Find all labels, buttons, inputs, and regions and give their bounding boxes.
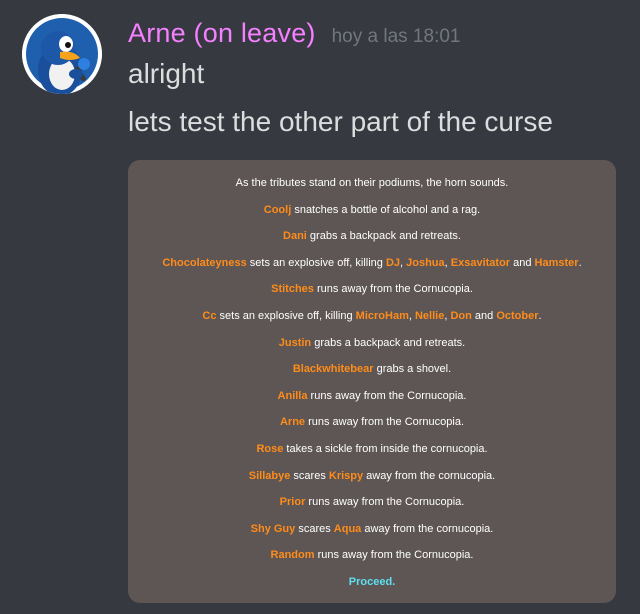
tribute-name: Hamster bbox=[534, 256, 579, 269]
tribute-name: Prior bbox=[279, 496, 306, 509]
tribute-name: MicroHam bbox=[355, 310, 409, 322]
tribute-name: October bbox=[496, 310, 539, 322]
event-text: runs away from the Cornucopia. bbox=[305, 416, 465, 429]
game-event-line: Random runs away from the Cornucopia. bbox=[128, 548, 616, 562]
chat-message: Arne (on leave) hoy a las 18:01 alright … bbox=[0, 0, 640, 614]
game-event-line: Arne runs away from the Cornucopia. bbox=[128, 415, 616, 429]
event-text: and bbox=[510, 256, 535, 269]
event-text: . bbox=[578, 256, 582, 269]
game-event-line: Cc sets an explosive off, killing MicroH… bbox=[128, 309, 616, 323]
message-header: Arne (on leave) hoy a las 18:01 bbox=[128, 18, 460, 49]
event-text: . bbox=[538, 310, 542, 322]
game-event-line: Sillabye scares Krispy away from the cor… bbox=[128, 469, 616, 483]
game-event-line: Justin grabs a backpack and retreats. bbox=[128, 336, 616, 350]
game-event-line: Blackwhitebear grabs a shovel. bbox=[128, 362, 616, 376]
tribute-name: Random bbox=[270, 549, 315, 562]
proceed-link[interactable]: Proceed. bbox=[349, 576, 395, 588]
tribute-name: Justin bbox=[278, 336, 312, 349]
author-username[interactable]: Arne (on leave) bbox=[128, 18, 316, 49]
event-text: takes a sickle from inside the cornucopi… bbox=[283, 443, 488, 455]
game-event-line: Chocolateyness sets an explosive off, ki… bbox=[128, 256, 616, 270]
tribute-name: Don bbox=[450, 310, 472, 322]
event-text: scares bbox=[290, 469, 329, 482]
tribute-name: Cc bbox=[202, 310, 217, 322]
tribute-name: Blackwhitebear bbox=[292, 363, 374, 376]
event-text: grabs a shovel. bbox=[373, 363, 452, 376]
event-text: and bbox=[471, 310, 497, 322]
event-text: snatches a bottle of alcohol and a rag. bbox=[291, 203, 481, 216]
message-line: lets test the other part of the curse bbox=[128, 106, 553, 137]
tribute-name: Coolj bbox=[263, 203, 292, 216]
message-timestamp[interactable]: hoy a las 18:01 bbox=[332, 26, 461, 48]
tribute-name: Sillabye bbox=[248, 469, 291, 482]
event-text: grabs a backpack and retreats. bbox=[306, 230, 461, 243]
game-event-line: Coolj snatches a bottle of alcohol and a… bbox=[128, 203, 616, 217]
tribute-name: Shy Guy bbox=[250, 522, 296, 535]
event-text: grabs a backpack and retreats. bbox=[311, 336, 466, 349]
game-event-line: Prior runs away from the Cornucopia. bbox=[128, 495, 616, 509]
event-text: away from the cornucopia. bbox=[361, 522, 494, 535]
tribute-name: Anilla bbox=[277, 389, 308, 402]
tribute-name: Exsavitator bbox=[450, 256, 511, 269]
event-text: sets an explosive off, killing bbox=[216, 310, 356, 322]
event-text: runs away from the Cornucopia. bbox=[305, 496, 465, 509]
tribute-name: Rose bbox=[256, 443, 284, 455]
proceed-row: Proceed. bbox=[128, 575, 616, 589]
tribute-name: Nellie bbox=[414, 310, 445, 322]
game-event-line: Dani grabs a backpack and retreats. bbox=[128, 229, 616, 243]
tribute-name: Arne bbox=[279, 416, 306, 429]
event-text: scares bbox=[295, 522, 334, 535]
game-event-line: Stitches runs away from the Cornucopia. bbox=[128, 282, 616, 296]
game-event-line: Anilla runs away from the Cornucopia. bbox=[128, 389, 616, 403]
penguin-avatar-icon bbox=[22, 14, 102, 94]
event-text: sets an explosive off, killing bbox=[246, 256, 386, 269]
tribute-name: Chocolateyness bbox=[162, 256, 247, 269]
event-text: runs away from the Cornucopia. bbox=[314, 549, 474, 562]
author-avatar[interactable] bbox=[22, 14, 102, 94]
tribute-name: Aqua bbox=[333, 522, 362, 535]
event-text: away from the cornucopia. bbox=[363, 469, 496, 482]
game-event-line: As the tributes stand on their podiums, … bbox=[128, 176, 616, 190]
event-text: runs away from the Cornucopia. bbox=[307, 389, 467, 402]
tribute-name: Dani bbox=[283, 230, 307, 243]
game-event-line: Shy Guy scares Aqua away from the cornuc… bbox=[128, 522, 616, 536]
tribute-name: Stitches bbox=[271, 283, 314, 296]
event-text: runs away from the Cornucopia. bbox=[313, 283, 473, 296]
event-text: As the tributes stand on their podiums, … bbox=[235, 177, 509, 189]
tribute-name: Krispy bbox=[328, 469, 364, 482]
game-events-panel: As the tributes stand on their podiums, … bbox=[128, 160, 616, 603]
message-line: alright bbox=[128, 58, 205, 89]
tribute-name: DJ bbox=[385, 256, 400, 269]
tribute-name: Joshua bbox=[406, 256, 445, 269]
game-event-line: Rose takes a sickle from inside the corn… bbox=[128, 442, 616, 456]
